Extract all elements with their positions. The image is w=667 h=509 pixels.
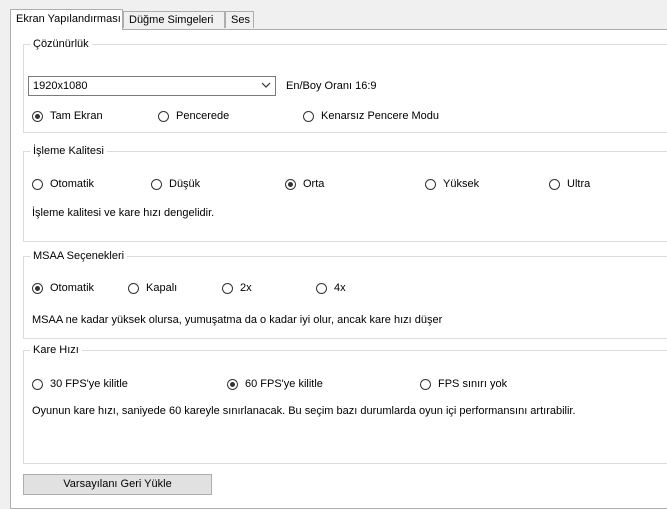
msaa-legend: MSAA Seçenekleri: [30, 249, 128, 263]
msaa-auto-label: Otomatik: [50, 282, 95, 294]
fps-60-radio[interactable]: 60 FPS'ye kilitle: [227, 378, 323, 390]
quality-group: İşleme Kalitesi Otomatik Düşük Orta Yüks…: [23, 144, 667, 242]
quality-auto-radio[interactable]: Otomatik: [32, 178, 94, 190]
fps-unlimited-label: FPS sınırı yok: [438, 378, 508, 390]
fps-30-label: 30 FPS'ye kilitle: [50, 378, 128, 390]
quality-ultra-label: Ultra: [567, 178, 591, 190]
mode-fullscreen-radio[interactable]: Tam Ekran: [32, 110, 103, 122]
msaa-group: MSAA Seçenekleri Otomatik Kapalı 2x 4x M…: [23, 249, 667, 339]
tab-display-config[interactable]: Ekran Yapılandırması: [10, 9, 123, 30]
fps-30-radio[interactable]: 30 FPS'ye kilitle: [32, 378, 128, 390]
msaa-4x-radio[interactable]: 4x: [316, 282, 346, 294]
radio-icon: [420, 378, 431, 390]
msaa-2x-label: 2x: [240, 282, 252, 294]
quality-auto-label: Otomatik: [50, 178, 95, 190]
radio-icon: [316, 282, 327, 294]
quality-ultra-radio[interactable]: Ultra: [549, 178, 590, 190]
resolution-select[interactable]: 1920x1080: [28, 76, 276, 96]
msaa-2x-radio[interactable]: 2x: [222, 282, 252, 294]
quality-description: İşleme kalitesi ve kare hızı dengelidir.: [32, 207, 215, 219]
radio-selected-icon: [227, 378, 238, 390]
quality-legend: İşleme Kalitesi: [30, 144, 107, 158]
resolution-value: 1920x1080: [33, 80, 88, 92]
quality-high-label: Yüksek: [443, 178, 480, 190]
radio-icon: [303, 110, 314, 122]
fps-60-label: 60 FPS'ye kilitle: [245, 378, 323, 390]
mode-borderless-radio[interactable]: Kenarsız Pencere Modu: [303, 110, 439, 122]
radio-selected-icon: [32, 282, 43, 294]
msaa-4x-label: 4x: [334, 282, 346, 294]
radio-selected-icon: [285, 178, 296, 190]
quality-medium-label: Orta: [303, 178, 325, 190]
framerate-group: Kare Hızı 30 FPS'ye kilitle 60 FPS'ye ki…: [23, 343, 667, 464]
mode-borderless-label: Kenarsız Pencere Modu: [321, 110, 440, 122]
mode-windowed-label: Pencerede: [176, 110, 230, 122]
radio-icon: [128, 282, 139, 294]
fps-unlimited-radio[interactable]: FPS sınırı yok: [420, 378, 507, 390]
tab-button-icons[interactable]: Düğme Simgeleri: [123, 11, 225, 28]
resolution-legend: Çözünürlük: [30, 37, 92, 51]
msaa-auto-radio[interactable]: Otomatik: [32, 282, 94, 294]
radio-selected-icon: [32, 110, 43, 122]
restore-defaults-button[interactable]: Varsayılanı Geri Yükle: [23, 474, 212, 495]
radio-icon: [549, 178, 560, 190]
quality-high-radio[interactable]: Yüksek: [425, 178, 479, 190]
msaa-off-radio[interactable]: Kapalı: [128, 282, 177, 294]
mode-fullscreen-label: Tam Ekran: [50, 110, 103, 122]
framerate-legend: Kare Hızı: [30, 343, 82, 357]
radio-icon: [32, 178, 43, 190]
chevron-down-icon: [261, 82, 271, 88]
quality-low-label: Düşük: [169, 178, 201, 190]
framerate-description: Oyunun kare hızı, saniyede 60 kareyle sı…: [32, 405, 576, 417]
mode-windowed-radio[interactable]: Pencerede: [158, 110, 229, 122]
resolution-group: Çözünürlük 1920x1080 En/Boy Oranı 16:9 T…: [23, 37, 667, 133]
quality-medium-radio[interactable]: Orta: [285, 178, 324, 190]
msaa-description: MSAA ne kadar yüksek olursa, yumuşatma d…: [32, 314, 443, 326]
radio-icon: [151, 178, 162, 190]
aspect-ratio-label: En/Boy Oranı 16:9: [286, 80, 377, 92]
radio-icon: [158, 110, 169, 122]
radio-icon: [32, 378, 43, 390]
msaa-off-label: Kapalı: [146, 282, 178, 294]
radio-icon: [425, 178, 436, 190]
radio-icon: [222, 282, 233, 294]
tab-sound[interactable]: Ses: [225, 11, 254, 28]
quality-low-radio[interactable]: Düşük: [151, 178, 200, 190]
